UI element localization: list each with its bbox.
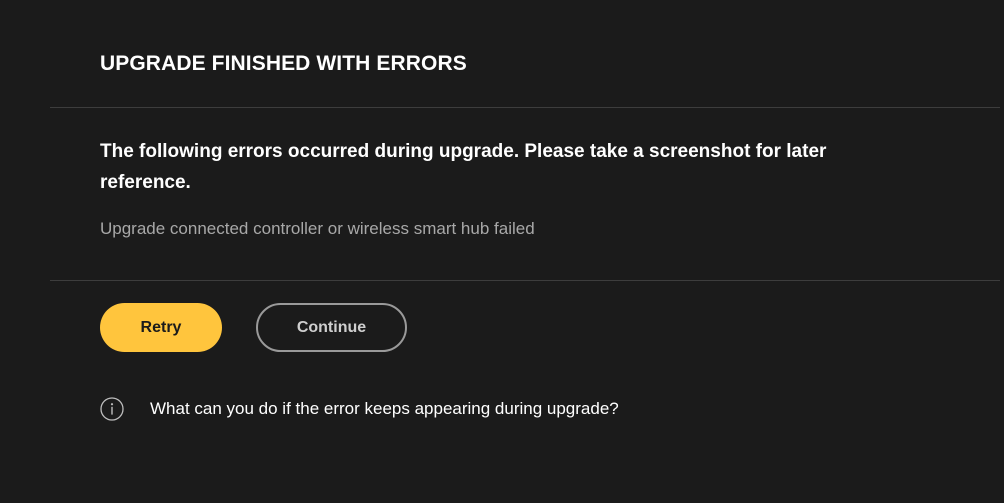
footer-divider — [50, 280, 1000, 281]
upgrade-error-dialog: UPGRADE FINISHED WITH ERRORS The followi… — [0, 0, 1004, 503]
retry-button[interactable]: Retry — [100, 303, 222, 352]
header-divider — [50, 107, 1000, 108]
info-icon — [100, 397, 124, 421]
continue-button[interactable]: Continue — [256, 303, 407, 352]
dialog-title: UPGRADE FINISHED WITH ERRORS — [100, 52, 467, 75]
error-detail-item: Upgrade connected controller or wireless… — [100, 219, 535, 238]
help-row[interactable]: What can you do if the error keeps appea… — [100, 397, 619, 421]
error-message: The following errors occurred during upg… — [100, 141, 827, 193]
help-link[interactable]: What can you do if the error keeps appea… — [150, 399, 619, 419]
